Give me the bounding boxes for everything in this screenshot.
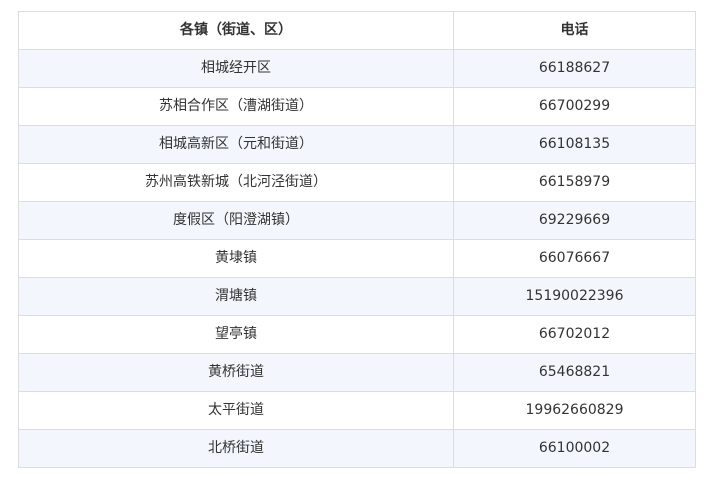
phone-cell: 66076667 xyxy=(453,239,696,278)
phone-cell: 65468821 xyxy=(453,353,696,392)
contact-table: 各镇（街道、区） 电话 相城经开区 66188627 苏相合作区（漕湖街道） 6… xyxy=(18,11,696,468)
area-cell: 苏州高铁新城（北河泾街道） xyxy=(18,163,454,202)
area-cell: 相城高新区（元和街道） xyxy=(18,125,454,164)
table-row: 苏相合作区（漕湖街道） 66700299 xyxy=(18,87,696,126)
area-cell: 渭塘镇 xyxy=(18,277,454,316)
area-cell: 苏相合作区（漕湖街道） xyxy=(18,87,454,126)
table-row: 度假区（阳澄湖镇） 69229669 xyxy=(18,201,696,240)
table-row: 相城经开区 66188627 xyxy=(18,49,696,88)
contact-table-container: 各镇（街道、区） 电话 相城经开区 66188627 苏相合作区（漕湖街道） 6… xyxy=(18,11,696,468)
phone-cell: 66702012 xyxy=(453,315,696,354)
table-row: 黄埭镇 66076667 xyxy=(18,239,696,278)
area-cell: 度假区（阳澄湖镇） xyxy=(18,201,454,240)
phone-cell: 15190022396 xyxy=(453,277,696,316)
area-cell: 黄桥街道 xyxy=(18,353,454,392)
area-cell: 太平街道 xyxy=(18,391,454,430)
table-row: 太平街道 19962660829 xyxy=(18,391,696,430)
table-row: 望亭镇 66702012 xyxy=(18,315,696,354)
table-row: 相城高新区（元和街道） 66108135 xyxy=(18,125,696,164)
header-phone: 电话 xyxy=(453,11,696,50)
phone-cell: 66100002 xyxy=(453,429,696,468)
header-area: 各镇（街道、区） xyxy=(18,11,454,50)
phone-cell: 66108135 xyxy=(453,125,696,164)
area-cell: 望亭镇 xyxy=(18,315,454,354)
phone-cell: 66700299 xyxy=(453,87,696,126)
area-cell: 黄埭镇 xyxy=(18,239,454,278)
table-row: 苏州高铁新城（北河泾街道） 66158979 xyxy=(18,163,696,202)
area-cell: 北桥街道 xyxy=(18,429,454,468)
area-cell: 相城经开区 xyxy=(18,49,454,88)
table-row: 渭塘镇 15190022396 xyxy=(18,277,696,316)
phone-cell: 66158979 xyxy=(453,163,696,202)
table-row: 黄桥街道 65468821 xyxy=(18,353,696,392)
phone-cell: 66188627 xyxy=(453,49,696,88)
table-header-row: 各镇（街道、区） 电话 xyxy=(18,11,696,50)
table-row: 北桥街道 66100002 xyxy=(18,429,696,468)
phone-cell: 19962660829 xyxy=(453,391,696,430)
phone-cell: 69229669 xyxy=(453,201,696,240)
